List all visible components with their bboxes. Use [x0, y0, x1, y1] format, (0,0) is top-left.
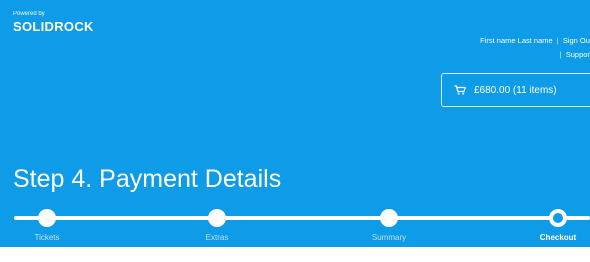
step-dot: [208, 209, 226, 227]
step-extras[interactable]: Extras: [206, 209, 228, 242]
brand: Powered by SOLIDROCK: [13, 11, 94, 34]
step-dot: [380, 209, 398, 227]
cart-total: £680.00 (11 items): [474, 84, 557, 96]
site-header: Powered by SOLIDROCK First name Last nam…: [0, 0, 590, 247]
powered-by-text: Powered by: [13, 11, 45, 17]
cart-icon: [454, 85, 466, 95]
separator: |: [559, 50, 562, 59]
support-link[interactable]: Support: [566, 50, 590, 59]
page-title: Step 4. Payment Details: [13, 165, 282, 193]
cart-button[interactable]: £680.00 (11 items): [441, 73, 590, 107]
step-label: Extras: [205, 233, 229, 242]
step-label: Summary: [371, 233, 407, 242]
progress-track: [14, 216, 590, 220]
sign-out-link[interactable]: Sign Out: [563, 36, 590, 45]
separator: |: [556, 36, 559, 45]
solidrock-logo[interactable]: SOLIDROCK: [13, 19, 94, 34]
checkout-progress: Tickets Extras Summary Checkout: [0, 209, 590, 247]
step-tickets[interactable]: Tickets: [34, 209, 60, 242]
step-label: Tickets: [34, 233, 60, 242]
user-name-link[interactable]: First name Last name: [480, 36, 553, 45]
step-dot-current: [549, 209, 567, 227]
step-label: Checkout: [539, 233, 577, 242]
step-dot: [38, 209, 56, 227]
step-summary[interactable]: Summary: [372, 209, 406, 242]
step-checkout[interactable]: Checkout: [540, 209, 576, 242]
user-links: First name Last name | Sign Out | Suppor…: [480, 34, 590, 62]
